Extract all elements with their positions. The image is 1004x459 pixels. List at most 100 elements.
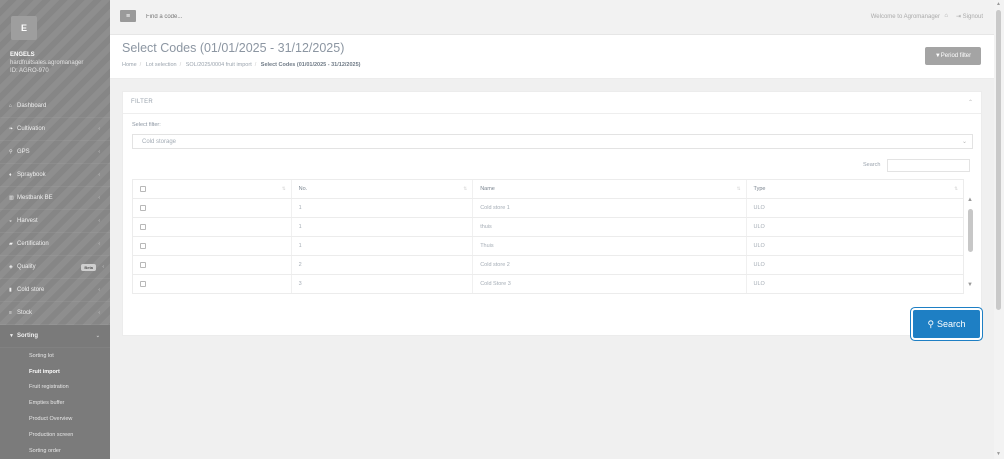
scrollbar-thumb[interactable]: [996, 10, 1001, 310]
nav-item-cultivation[interactable]: ❧ Cultivation ‹: [0, 118, 110, 141]
cell-name: thuis: [473, 218, 747, 236]
row-checkbox[interactable]: [140, 224, 146, 230]
subnav-sorting-lot[interactable]: Sorting lot: [0, 348, 110, 364]
scroll-down-icon[interactable]: ▼: [967, 282, 973, 288]
chevron-down-icon: ⌄: [95, 333, 100, 339]
table-row[interactable]: 1 thuis ULO: [133, 218, 963, 237]
sort-icon: ⇅: [954, 186, 958, 191]
nav-item-quality[interactable]: ◈ Quality Beta ‹: [0, 256, 110, 279]
nav-item-harvest[interactable]: ◒ Harvest ‹: [0, 210, 110, 233]
nav-item-label: Quality: [17, 264, 36, 270]
chevron-left-icon: ‹: [98, 149, 100, 155]
nav-item-gps[interactable]: ⚲ GPS ‹: [0, 141, 110, 164]
search-button[interactable]: ⚲ Search: [913, 310, 980, 338]
cell-name: Cold store 1: [473, 199, 747, 217]
scroll-up-icon[interactable]: ▲: [967, 197, 973, 203]
chevron-left-icon: ‹: [98, 241, 100, 247]
signout-icon: ⇥: [955, 14, 963, 20]
nav-item-certification[interactable]: ▰ Certification ‹: [0, 233, 110, 256]
org-name: ENGELS: [10, 52, 35, 58]
breadcrumb-fruit-import[interactable]: SOL/2025/0004 fruit import: [186, 62, 252, 68]
cell-no: 1: [292, 199, 474, 217]
nav-item-label: Certification: [17, 241, 49, 247]
table-search-label: Search: [863, 162, 881, 168]
thermometer-icon: ▮: [9, 287, 12, 293]
nav-item-stock[interactable]: ≡ Stock ‹: [0, 302, 110, 325]
table-row[interactable]: 3 Cold Store 3 ULO: [133, 275, 963, 293]
nav-item-cold-store[interactable]: ▮ Cold store ‹: [0, 279, 110, 302]
col-no-header[interactable]: No. ⇅: [292, 180, 474, 198]
select-all-header[interactable]: ⇅: [133, 180, 292, 198]
flask-icon: ♦: [9, 172, 12, 178]
nav-item-label: Mestbank BE: [17, 195, 53, 201]
subnav-product-overview[interactable]: Product Overview: [0, 411, 110, 427]
quality-icon: ◈: [9, 264, 13, 270]
nav-item-label: Spraybook: [17, 172, 46, 178]
home-icon[interactable]: ⌂: [944, 13, 948, 19]
cell-name: Thuis: [473, 237, 747, 255]
codes-table: ⇅ No. ⇅ Name ⇅ Type ⇅ 1 Cold store 1 ULO 1 …: [132, 179, 964, 294]
cell-name: Cold Store 3: [473, 275, 747, 293]
org-logo[interactable]: E: [11, 16, 37, 40]
filter-select[interactable]: Cold storage ⌄: [132, 134, 973, 149]
nav-item-dashboard[interactable]: ⌂ Dashboard: [0, 95, 110, 118]
subnav-fruit-import[interactable]: Fruit import: [0, 364, 110, 380]
page-scrollbar[interactable]: ▲ ▼: [994, 0, 1004, 459]
sort-icon: ⇅: [736, 186, 741, 191]
select-all-checkbox[interactable]: [140, 186, 146, 192]
card-title: FILTER: [131, 99, 154, 105]
cell-type: ULO: [753, 205, 765, 211]
table-scrollbar[interactable]: ▲ ▼: [966, 197, 975, 294]
row-checkbox[interactable]: [140, 205, 146, 211]
nav-item-mestbank[interactable]: ▥ Mestbank BE ‹: [0, 187, 110, 210]
col-type-header[interactable]: Type ⇅: [747, 180, 963, 198]
breadcrumb-lot-selection[interactable]: Lot selection: [146, 62, 177, 68]
filter-select-value: Cold storage: [142, 139, 177, 145]
table-search-input[interactable]: [887, 159, 970, 172]
row-checkbox[interactable]: [140, 243, 146, 249]
org-id: ID: AGRO-970: [10, 68, 49, 74]
breadcrumb-home[interactable]: Home: [122, 62, 137, 68]
cell-type: ULO: [753, 281, 765, 287]
scroll-down-icon[interactable]: ▼: [996, 451, 1001, 457]
subnav-empties-buffer[interactable]: Empties buffer: [0, 395, 110, 411]
col-name-label: Name: [480, 186, 495, 192]
col-name-header[interactable]: Name ⇅: [473, 180, 747, 198]
signout-link[interactable]: ⇥ Signout: [956, 13, 983, 20]
table-row[interactable]: 1 Thuis ULO: [133, 237, 963, 256]
chevron-left-icon: ‹: [98, 218, 100, 224]
select-filter-label: Select filter:: [132, 122, 161, 128]
cell-no: 1: [292, 237, 474, 255]
code-search-input[interactable]: [146, 10, 266, 24]
row-checkbox[interactable]: [140, 262, 146, 268]
nav-item-sorting[interactable]: ▼ Sorting ⌄: [0, 325, 110, 348]
table-row[interactable]: 2 Cold store 2 ULO: [133, 256, 963, 275]
nav-item-label: Harvest: [17, 218, 38, 224]
org-email: hardfruitsales.agromanager: [10, 60, 84, 66]
cell-type: ULO: [753, 243, 765, 249]
subnav-production-screen[interactable]: Production screen: [0, 427, 110, 443]
cell-name: Cold store 2: [473, 256, 747, 274]
period-filter-button[interactable]: ▼ Period filter: [925, 47, 981, 65]
cell-no: 2: [292, 256, 474, 274]
chevron-down-icon: ⌄: [961, 139, 967, 145]
cell-type: ULO: [753, 262, 765, 268]
chevron-left-icon: ‹: [98, 126, 100, 132]
page-title: Select Codes (01/01/2025 - 31/12/2025): [122, 41, 345, 55]
certificate-icon: ▰: [9, 241, 13, 247]
table-row[interactable]: 1 Cold store 1 ULO: [133, 199, 963, 218]
collapse-icon[interactable]: ⌃: [968, 99, 973, 106]
nav-item-label: Cold store: [17, 287, 45, 293]
nav-item-label: Dashboard: [17, 103, 47, 109]
menu-toggle-button[interactable]: ≡: [120, 10, 136, 22]
nav-item-label: GPS: [17, 149, 30, 155]
scrollbar-thumb[interactable]: [968, 209, 973, 252]
period-filter-label: Period filter: [940, 53, 972, 59]
page-header: Select Codes (01/01/2025 - 31/12/2025) H…: [110, 35, 994, 79]
nav-item-spraybook[interactable]: ♦ Spraybook ‹: [0, 164, 110, 187]
scroll-up-icon[interactable]: ▲: [996, 1, 1001, 7]
subnav-sorting-order[interactable]: Sorting order: [0, 443, 110, 459]
sort-icon: ⇅: [281, 186, 286, 191]
row-checkbox[interactable]: [140, 281, 146, 287]
subnav-fruit-registration[interactable]: Fruit registration: [0, 380, 110, 396]
